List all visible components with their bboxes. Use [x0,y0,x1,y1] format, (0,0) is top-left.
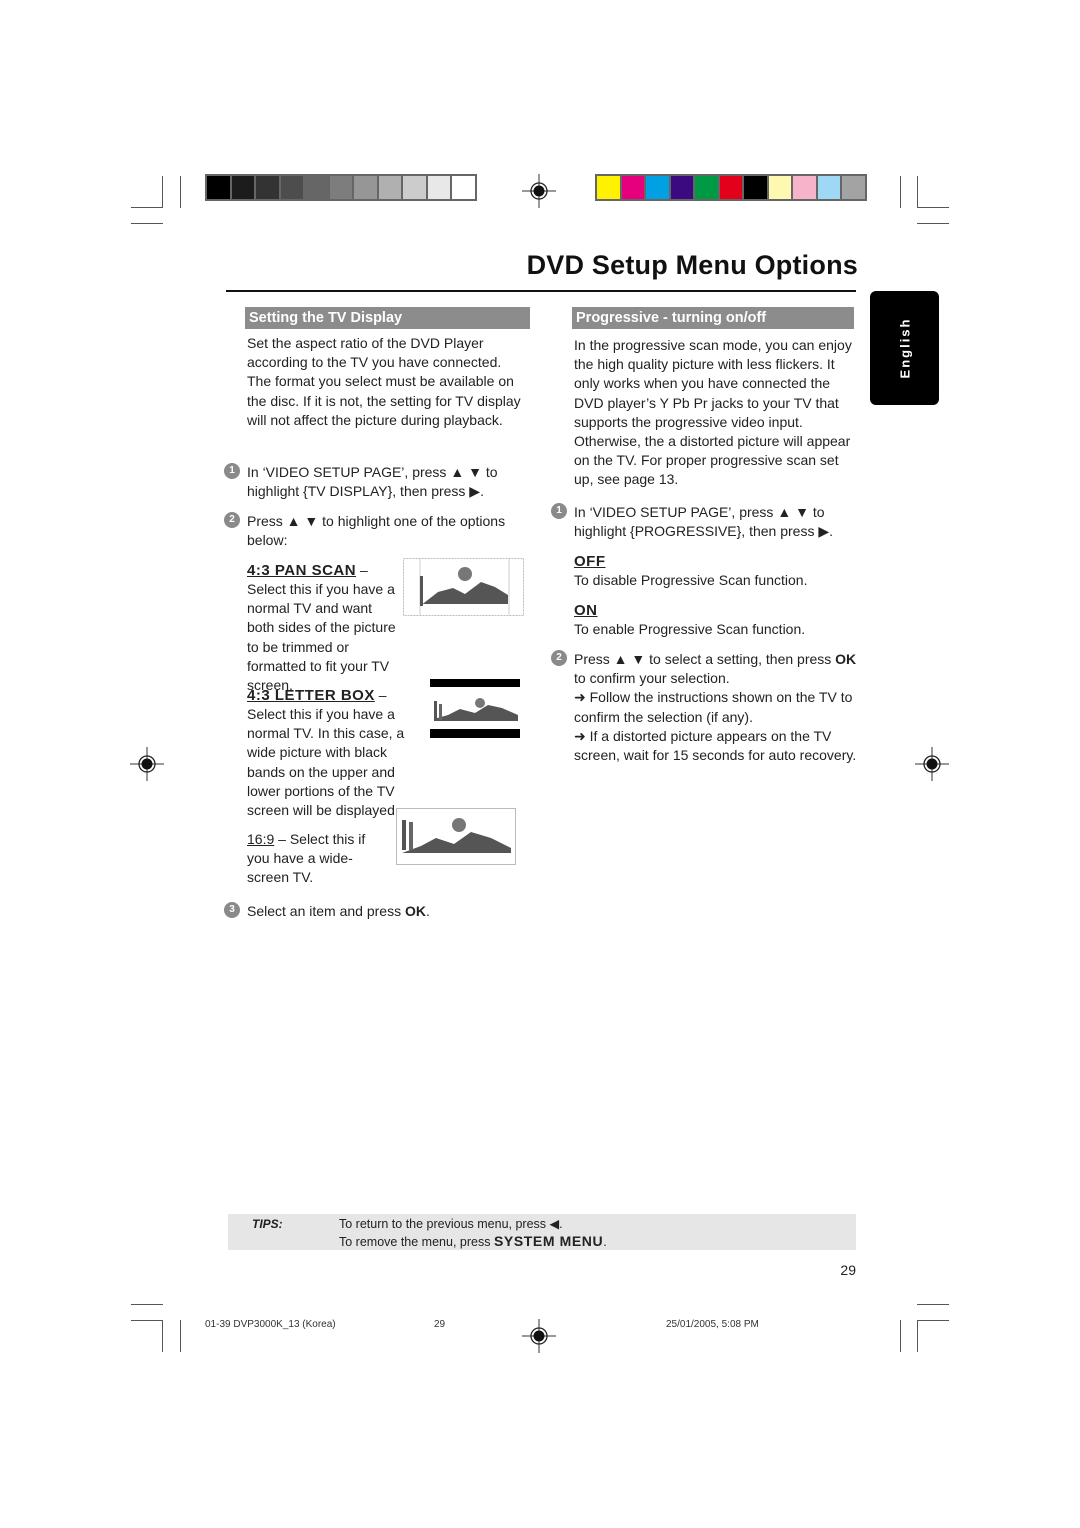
calibration-swatch [256,176,279,199]
option-on-desc: To enable Progressive Scan function. [574,621,806,638]
footer-file-name: 01-39 DVP3000K_13 (Korea) [205,1319,336,1330]
tips-label: TIPS: [252,1217,283,1231]
calibration-swatch [842,176,865,199]
option-dash: – [374,687,387,703]
option-widescreen-title: 16:9 [247,831,275,847]
footer-timestamp: 25/01/2005, 5:08 PM [666,1319,759,1330]
option-off-desc: To disable Progressive Scan function. [574,572,808,589]
calibration-swatch [452,176,475,199]
tv-display-intro: Set the aspect ratio of the DVD Player a… [247,335,521,428]
option-pan-scan-title: 4:3 PAN SCAN [247,562,357,579]
section-heading-tv-display: Setting the TV Display [245,307,530,329]
ok-key-label: OK [404,903,426,919]
calibration-swatch [719,176,742,199]
option-letterbox-desc: Select this if you have a normal TV. In … [247,706,405,819]
option-on: ON To enable Progressive Scan function. [574,601,856,639]
calibration-swatch [329,176,352,199]
option-dash: – [356,562,368,578]
registration-mark-icon [522,1319,556,1353]
step-3-text: Select an item and press [247,903,405,919]
step-2-note-1: ➜ Follow the instructions shown on the T… [574,689,853,725]
step-number-3: 3 [224,902,240,918]
tips-box: TIPS: To return to the previous menu, pr… [228,1214,856,1250]
calibration-swatch [354,176,377,199]
color-calibration-bar [595,174,867,201]
registration-mark-icon [915,747,949,781]
section-heading-progressive: Progressive - turning on/off [572,307,854,329]
progressive-step-2: Press ▲ ▼ to select a setting, then pres… [574,650,858,765]
calibration-swatch [597,176,620,199]
calibration-swatch [744,176,767,199]
calibration-swatch [646,176,669,199]
step-2-end: to confirm your selection. [574,670,730,687]
title-divider [226,290,856,292]
language-tab: English [870,291,939,405]
calibration-swatch [695,176,718,199]
progressive-intro: In the progressive scan mode, you can en… [574,337,852,488]
step-2-note-2: ➜ If a distorted picture appears on the … [574,727,857,764]
progressive-step-1: In ‘VIDEO SETUP PAGE’, press ▲ ▼ to high… [574,504,834,540]
option-off-title: OFF [574,553,606,570]
footer-page: 29 [434,1319,446,1330]
tips-line-2: To remove the menu, press SYSTEM MENU. [339,1233,607,1249]
page-number: 29 [840,1262,856,1278]
calibration-swatch [817,176,840,199]
system-menu-key-label: SYSTEM MENU [493,1233,604,1249]
step-number-1: 1 [551,503,567,519]
tv-display-step-2: Press ▲ ▼ to highlight one of the option… [247,513,506,549]
step-2-text: Press ▲ ▼ to select a setting, then pres… [574,651,836,667]
calibration-swatch [280,176,303,199]
pan-scan-landscape-image [403,558,524,616]
calibration-swatch [621,176,644,199]
calibration-swatch [231,176,254,199]
calibration-swatch [207,176,230,199]
page-title: DVD Setup Menu Options [526,250,858,280]
option-off: OFF To disable Progressive Scan function… [574,552,856,590]
option-letterbox-title: 4:3 LETTER BOX [247,687,375,704]
tips-line-1: To return to the previous menu, press ◀. [339,1217,563,1231]
tv-display-step-3: Select an item and press OK. [247,902,527,921]
step-number-2: 2 [551,650,567,666]
calibration-swatch [793,176,816,199]
calibration-swatch [427,176,450,199]
calibration-swatch [403,176,426,199]
registration-mark-icon [130,747,164,781]
option-pan-scan-desc: Select this if you have a normal TV and … [247,581,396,694]
step-3-end: . [425,903,430,919]
widescreen-landscape-image [396,808,516,865]
calibration-swatch [378,176,401,199]
language-tab-label: English [897,317,912,379]
tv-display-step-1: In ‘VIDEO SETUP PAGE’, press ▲ ▼ to high… [247,464,498,500]
step-number-2: 2 [224,512,240,528]
ok-key-label: OK [835,651,857,667]
registration-mark-icon [522,174,556,208]
calibration-swatch [305,176,328,199]
tips-line-2-text: To remove the menu, press [339,1235,494,1249]
calibration-swatch [670,176,693,199]
step-number-1: 1 [224,463,240,479]
option-on-title: ON [574,602,598,619]
grayscale-calibration-bar [205,174,477,201]
letterbox-landscape-image [430,679,520,739]
option-widescreen: 16:9 – Select this if you have a wide-sc… [247,830,387,888]
tips-line-2-end: . [603,1235,607,1249]
calibration-swatch [768,176,791,199]
